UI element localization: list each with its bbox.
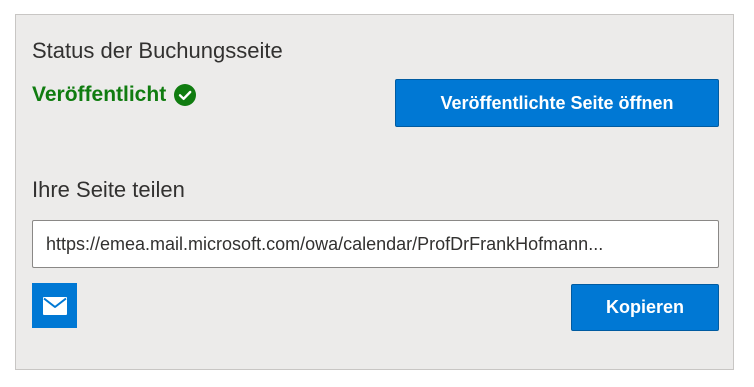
booking-page-panel: Status der Buchungsseite Veröffentlicht … — [15, 14, 734, 370]
status-text: Veröffentlicht — [32, 83, 167, 106]
status-section-title: Status der Buchungsseite — [32, 38, 283, 63]
email-share-button[interactable] — [32, 283, 77, 328]
publish-status: Veröffentlicht — [32, 83, 197, 107]
booking-url-field[interactable] — [32, 220, 719, 268]
copy-button[interactable]: Kopieren — [571, 284, 719, 331]
mail-icon — [42, 296, 67, 315]
checkmark-circle-icon — [174, 84, 197, 106]
open-published-page-button[interactable]: Veröffentlichte Seite öffnen — [395, 79, 719, 127]
share-section-title: Ihre Seite teilen — [32, 177, 185, 202]
